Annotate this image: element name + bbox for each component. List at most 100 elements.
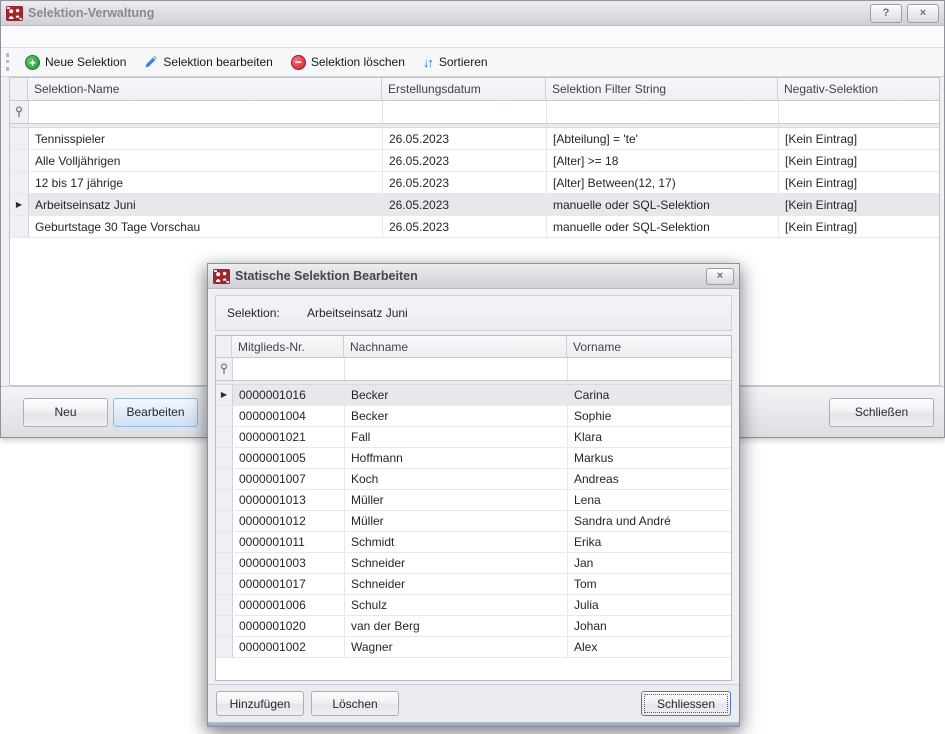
edit-selection-button[interactable]: Selektion bearbeiten bbox=[135, 52, 281, 72]
cell-nachname: Wagner bbox=[345, 637, 568, 657]
row-indicator bbox=[216, 532, 233, 552]
cell-vorname: Sandra und André bbox=[568, 511, 731, 531]
member-row[interactable]: 0000001007 Koch Andreas bbox=[216, 469, 731, 490]
column-header-nachname[interactable]: Nachname bbox=[344, 336, 567, 357]
cell-nachname: Müller bbox=[345, 511, 568, 531]
hinzufuegen-button[interactable]: Hinzufügen bbox=[216, 691, 304, 716]
cell-mitglieds-nr: 0000001002 bbox=[233, 637, 345, 657]
cell-mitglieds-nr: 0000001005 bbox=[233, 448, 345, 468]
dialog-schliessen-button[interactable]: Schliessen bbox=[641, 691, 731, 716]
filter-cell-nr[interactable] bbox=[233, 358, 345, 380]
table-row[interactable]: Alle Volljährigen 26.05.2023 [Alter] >= … bbox=[10, 150, 939, 172]
auto-filter-row bbox=[216, 358, 731, 381]
filter-cell-vorname[interactable] bbox=[568, 358, 731, 380]
member-row-selected[interactable]: ▶ 0000001016 Becker Carina bbox=[216, 385, 731, 406]
cell-nachname: Müller bbox=[345, 490, 568, 510]
member-row[interactable]: 0000001006 Schulz Julia bbox=[216, 595, 731, 616]
cell-vorname: Sophie bbox=[568, 406, 731, 426]
dialog-close-button[interactable]: × bbox=[706, 268, 734, 285]
cell-vorname: Johan bbox=[568, 616, 731, 636]
selektion-info-panel: Selektion: Arbeitseinsatz Juni bbox=[215, 295, 732, 331]
cell-nachname: Hoffmann bbox=[345, 448, 568, 468]
close-icon: × bbox=[717, 270, 723, 282]
bearbeiten-button[interactable]: Bearbeiten bbox=[113, 398, 198, 427]
cell-nachname: Schneider bbox=[345, 553, 568, 573]
edit-pencil-icon bbox=[144, 55, 158, 69]
cell-negativ: [Kein Eintrag] bbox=[779, 150, 939, 171]
main-close-button[interactable]: × bbox=[907, 4, 939, 23]
cell-filter: [Abteilung] = 'te' bbox=[547, 128, 779, 149]
row-indicator: ▶ bbox=[216, 385, 233, 405]
delete-selection-button[interactable]: − Selektion löschen bbox=[282, 52, 414, 73]
filter-cell-name[interactable] bbox=[29, 101, 383, 123]
cell-negativ: [Kein Eintrag] bbox=[779, 172, 939, 193]
app-logo-icon bbox=[213, 269, 230, 284]
dialog-button-panel: Hinzufügen Löschen Schliessen bbox=[208, 684, 739, 722]
dialog-titlebar[interactable]: Statische Selektion Bearbeiten × bbox=[208, 264, 739, 289]
member-row[interactable]: 0000001005 Hoffmann Markus bbox=[216, 448, 731, 469]
column-header-vorname[interactable]: Vorname bbox=[567, 336, 731, 357]
cell-nachname: van der Berg bbox=[345, 616, 568, 636]
neu-button[interactable]: Neu bbox=[23, 398, 108, 427]
column-header-erstellungsdatum[interactable]: Erstellungsdatum bbox=[382, 78, 546, 100]
toolbar-grip[interactable] bbox=[6, 53, 13, 71]
member-row[interactable]: 0000001004 Becker Sophie bbox=[216, 406, 731, 427]
main-window-title: Selektion-Verwaltung bbox=[28, 6, 865, 20]
member-row[interactable]: 0000001003 Schneider Jan bbox=[216, 553, 731, 574]
member-grid-header: Mitglieds-Nr. Nachname Vorname bbox=[216, 336, 731, 358]
cell-name: Alle Volljährigen bbox=[29, 150, 383, 171]
cell-vorname: Tom bbox=[568, 574, 731, 594]
loeschen-button[interactable]: Löschen bbox=[311, 691, 399, 716]
column-header-negativ-selektion[interactable]: Negativ-Selektion bbox=[778, 78, 939, 100]
member-row[interactable]: 0000001011 Schmidt Erika bbox=[216, 532, 731, 553]
static-selection-dialog: Statische Selektion Bearbeiten × Selekti… bbox=[207, 263, 740, 727]
cell-mitglieds-nr: 0000001021 bbox=[233, 427, 345, 447]
cell-nachname: Schulz bbox=[345, 595, 568, 615]
cell-vorname: Alex bbox=[568, 637, 731, 657]
column-header-selektion-name[interactable]: Selektion-Name bbox=[28, 78, 382, 100]
app-logo-icon bbox=[6, 6, 23, 21]
member-row[interactable]: 0000001017 Schneider Tom bbox=[216, 574, 731, 595]
cell-nachname: Schmidt bbox=[345, 532, 568, 552]
filter-cell-negativ[interactable] bbox=[779, 101, 939, 123]
cell-vorname: Jan bbox=[568, 553, 731, 573]
member-row[interactable]: 0000001020 van der Berg Johan bbox=[216, 616, 731, 637]
member-row[interactable]: 0000001013 Müller Lena bbox=[216, 490, 731, 511]
main-schliessen-button[interactable]: Schließen bbox=[829, 398, 934, 427]
main-titlebar[interactable]: Selektion-Verwaltung ? × bbox=[1, 1, 944, 26]
cell-filter: [Alter] >= 18 bbox=[547, 150, 779, 171]
column-header-filter-string[interactable]: Selektion Filter String bbox=[546, 78, 778, 100]
cell-vorname: Erika bbox=[568, 532, 731, 552]
filter-cell-date[interactable] bbox=[383, 101, 547, 123]
header-indicator-cell bbox=[10, 78, 28, 100]
dialog-bottom-edge bbox=[208, 722, 739, 726]
cell-date: 26.05.2023 bbox=[383, 172, 547, 193]
filter-cell-nachname[interactable] bbox=[345, 358, 568, 380]
filter-pin-icon bbox=[15, 106, 23, 118]
table-row[interactable]: Geburtstage 30 Tage Vorschau 26.05.2023 … bbox=[10, 216, 939, 238]
table-row[interactable]: Tennisspieler 26.05.2023 [Abteilung] = '… bbox=[10, 128, 939, 150]
cell-nachname: Fall bbox=[345, 427, 568, 447]
cell-mitglieds-nr: 0000001007 bbox=[233, 469, 345, 489]
table-row-selected[interactable]: ▶ Arbeitseinsatz Juni 26.05.2023 manuell… bbox=[10, 194, 939, 216]
member-row[interactable]: 0000001012 Müller Sandra und André bbox=[216, 511, 731, 532]
cell-vorname: Lena bbox=[568, 490, 731, 510]
row-indicator bbox=[216, 595, 233, 615]
row-indicator bbox=[10, 150, 29, 171]
member-row[interactable]: 0000001002 Wagner Alex bbox=[216, 637, 731, 658]
help-button[interactable]: ? bbox=[870, 4, 902, 23]
selektion-label: Selektion: bbox=[227, 306, 307, 320]
cell-name: 12 bis 17 jährige bbox=[29, 172, 383, 193]
cell-name: Geburtstage 30 Tage Vorschau bbox=[29, 216, 383, 237]
selektion-value: Arbeitseinsatz Juni bbox=[307, 306, 408, 320]
cell-negativ: [Kein Eintrag] bbox=[779, 216, 939, 237]
row-indicator bbox=[216, 490, 233, 510]
cell-mitglieds-nr: 0000001006 bbox=[233, 595, 345, 615]
table-row[interactable]: 12 bis 17 jährige 26.05.2023 [Alter] Bet… bbox=[10, 172, 939, 194]
member-row[interactable]: 0000001021 Fall Klara bbox=[216, 427, 731, 448]
column-header-mitglieds-nr[interactable]: Mitglieds-Nr. bbox=[232, 336, 344, 357]
cell-nachname: Becker bbox=[345, 385, 568, 405]
filter-cell-filter[interactable] bbox=[547, 101, 779, 123]
new-selection-button[interactable]: + Neue Selektion bbox=[16, 52, 135, 73]
sort-button[interactable]: ↓↑ Sortieren bbox=[414, 52, 497, 73]
